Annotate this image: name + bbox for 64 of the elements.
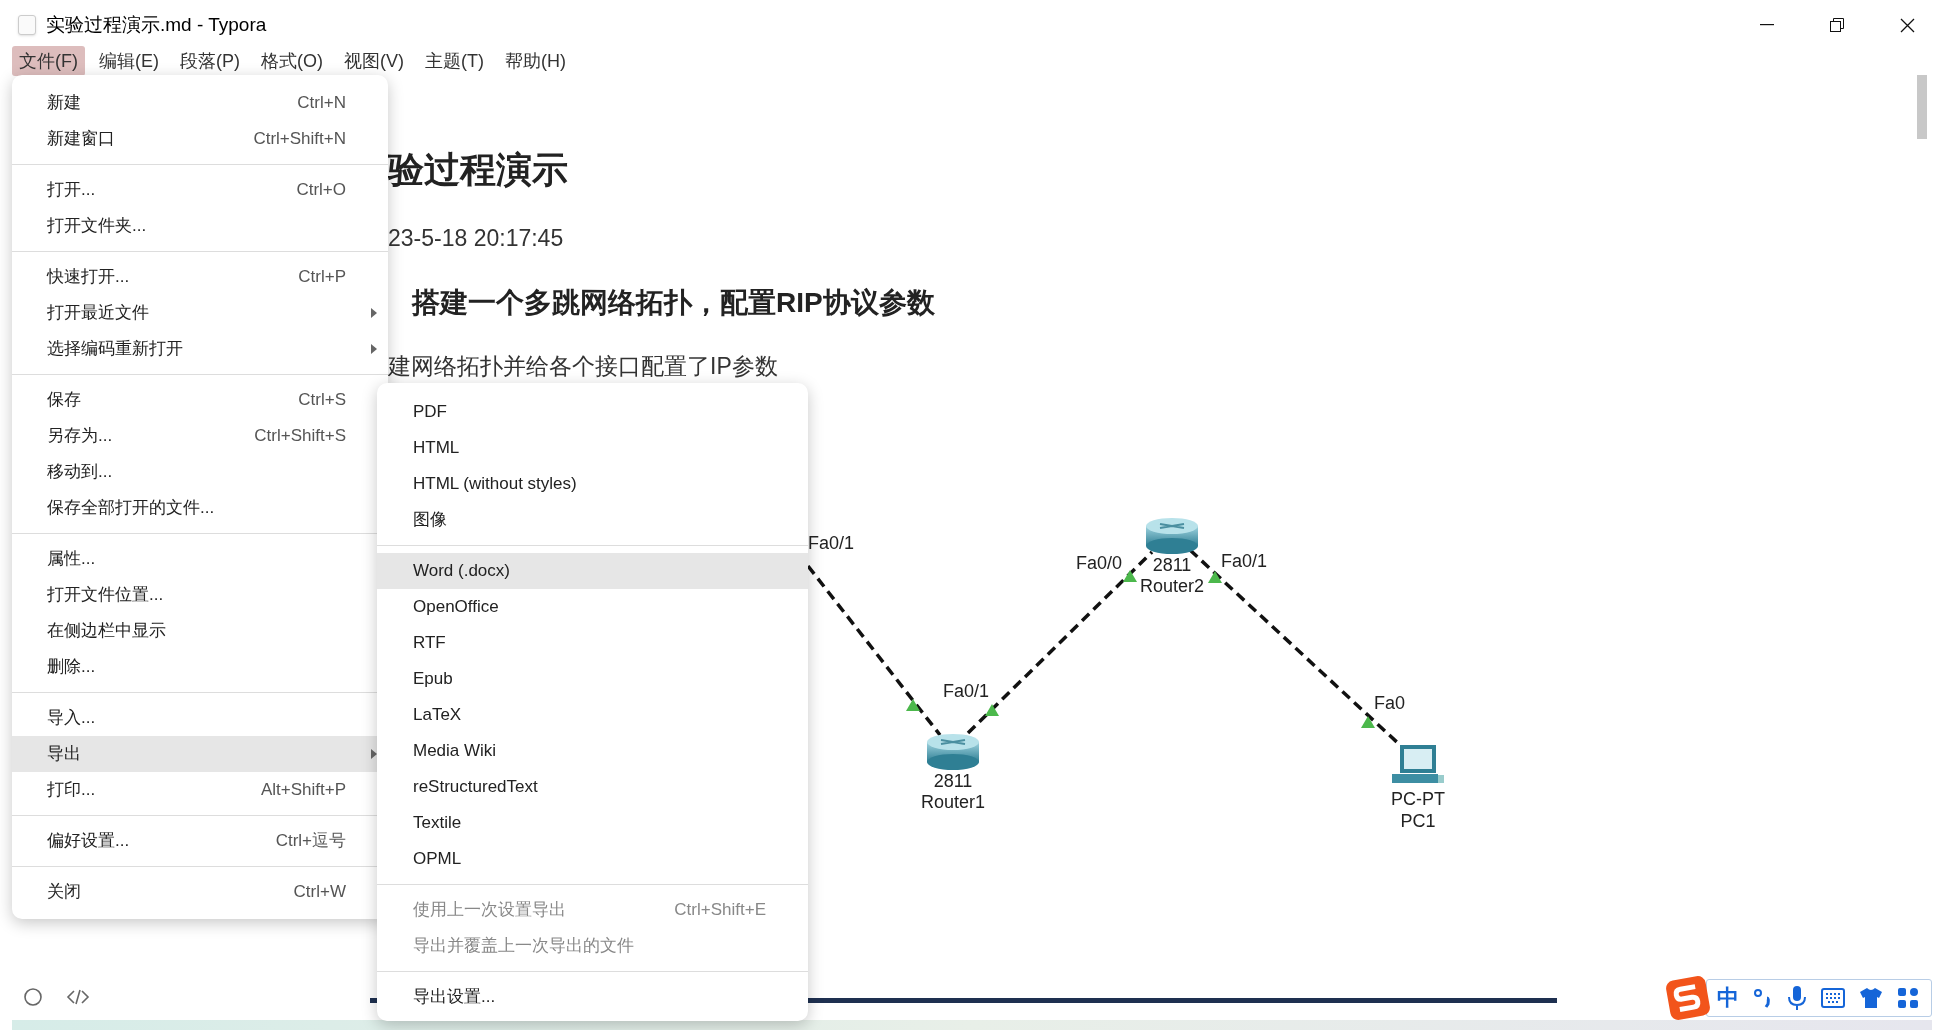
menu-item[interactable]: 快速打开... Ctrl+P: [12, 259, 388, 295]
paragraph: 建网络拓扑并给各个接口配置了IP参数: [388, 352, 778, 381]
menu-bar-item[interactable]: 视图(V): [337, 46, 411, 76]
section-heading: 搭建一个多跳网络拓扑，配置RIP协议参数: [412, 286, 935, 320]
device-name: PC1: [1400, 811, 1436, 831]
link-status-icon: [1208, 571, 1222, 583]
menu-item[interactable]: 导出设置...: [377, 979, 808, 1015]
date-text: 23-5-18 20:17:45: [388, 224, 564, 253]
port-label: Fa0: [1374, 693, 1406, 713]
device-name: Router2: [1140, 576, 1204, 596]
circle-icon[interactable]: [22, 986, 44, 1008]
window-title: 实验过程演示.md - Typora: [46, 12, 267, 37]
menu-item[interactable]: HTML: [377, 430, 808, 466]
menu-item[interactable]: OPML: [377, 841, 808, 877]
menu-bar-item[interactable]: 主题(T): [418, 46, 491, 76]
menu-item[interactable]: 新建 Ctrl+N: [12, 85, 388, 121]
keyboard-icon[interactable]: [1821, 988, 1845, 1008]
input-mode-toggle[interactable]: 中: [1717, 987, 1739, 1009]
menu-item[interactable]: HTML (without styles): [377, 466, 808, 502]
menu-item[interactable]: OpenOffice: [377, 589, 808, 625]
port-label: Fa0/0: [1076, 553, 1123, 573]
menu-item[interactable]: reStructuredText: [377, 769, 808, 805]
menu-bar-item[interactable]: 文件(F): [12, 46, 85, 76]
computer-icon: [1392, 745, 1444, 783]
port-label: Fa0/1: [1221, 551, 1268, 571]
menu-bar-item[interactable]: 格式(O): [254, 46, 330, 76]
device-model: 2811: [933, 771, 973, 791]
document-heading: 验过程演示: [388, 148, 568, 192]
restore-icon: [1830, 18, 1844, 32]
port-label: Fa0/1: [943, 681, 990, 701]
menu-item[interactable]: 打开... Ctrl+O: [12, 172, 388, 208]
port-label: Fa0/1: [808, 533, 855, 553]
code-icon[interactable]: [66, 987, 90, 1007]
punctuation-icon[interactable]: [1753, 986, 1773, 1010]
scrollbar-thumb[interactable]: [1917, 75, 1927, 139]
menu-item[interactable]: 图像: [377, 502, 808, 538]
menu-item[interactable]: Word (.docx): [377, 553, 808, 589]
device-model: 2811: [1152, 555, 1192, 575]
menu-item[interactable]: 打开文件夹...: [12, 208, 388, 244]
close-icon: [1899, 17, 1915, 33]
device-model: PC-PT: [1391, 789, 1445, 809]
microphone-icon[interactable]: [1787, 985, 1807, 1011]
menu-bar-item[interactable]: 编辑(E): [92, 46, 166, 76]
menu-item[interactable]: 新建窗口 Ctrl+Shift+N: [12, 121, 388, 157]
menu-item[interactable]: 选择编码重新打开: [12, 331, 388, 367]
menu-item[interactable]: RTF: [377, 625, 808, 661]
menu-item[interactable]: Textile: [377, 805, 808, 841]
app-icon: [18, 15, 36, 35]
menu-item[interactable]: Epub: [377, 661, 808, 697]
link-status-icon: [906, 699, 920, 711]
router-icon: [1146, 518, 1198, 554]
menu-item[interactable]: PDF: [377, 394, 808, 430]
device-name: Router1: [921, 792, 985, 812]
link-status-icon: [1361, 716, 1375, 728]
grid-icon[interactable]: [1897, 987, 1919, 1009]
link-status-icon: [985, 704, 999, 716]
link-status-icon: [1123, 570, 1137, 582]
menu-bar-item[interactable]: 段落(P): [173, 46, 247, 76]
minimize-icon: [1760, 24, 1774, 26]
menu-item[interactable]: LaTeX: [377, 697, 808, 733]
shirt-icon[interactable]: [1859, 987, 1883, 1009]
router-icon: [927, 734, 979, 770]
menu-bar-item[interactable]: 帮助(H): [497, 46, 573, 76]
menu-item[interactable]: 打开最近文件: [12, 295, 388, 331]
